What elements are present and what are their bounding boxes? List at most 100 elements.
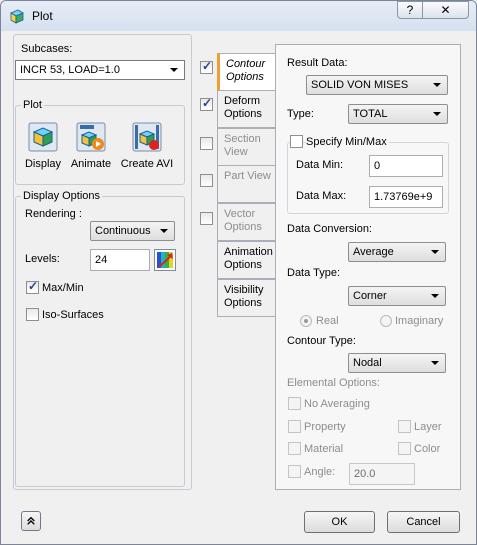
- data-max-input[interactable]: 1.73769e+9: [369, 186, 443, 208]
- tab-deform-options[interactable]: Deform Options: [217, 90, 275, 128]
- create-avi-button[interactable]: Create AVI: [117, 122, 177, 170]
- tab-part-view[interactable]: Part View: [217, 165, 275, 203]
- title-bar[interactable]: Plot ? ✕: [1, 1, 476, 31]
- imaginary-radio[interactable]: [380, 315, 392, 327]
- real-radio[interactable]: [300, 315, 312, 327]
- collapse-button[interactable]: [21, 511, 41, 531]
- levels-input[interactable]: 24: [90, 249, 150, 271]
- deform-options-checkbox[interactable]: [200, 96, 213, 111]
- data-conversion-select[interactable]: Average: [348, 242, 446, 262]
- chevron-down-icon: [170, 68, 178, 72]
- tab-contour-options[interactable]: Contour Options: [217, 53, 275, 91]
- ok-label: OK: [331, 516, 348, 528]
- plot-group-label: Plot: [21, 99, 44, 111]
- tab-section-view[interactable]: Section View: [217, 128, 275, 166]
- angle-checkbox[interactable]: [288, 465, 301, 478]
- tab-section-view-label: Section View: [224, 133, 261, 158]
- elemental-options-label: Elemental Options:: [287, 377, 380, 389]
- color-checkbox[interactable]: [398, 442, 411, 455]
- chevron-down-icon: [160, 229, 168, 233]
- help-button[interactable]: ?: [397, 1, 423, 19]
- tab-contour-options-label: Contour Options: [226, 58, 266, 83]
- angle-label: Angle:: [304, 466, 336, 478]
- property-checkbox[interactable]: [288, 420, 301, 433]
- tab-vector-options-label: Vector Options: [224, 208, 262, 233]
- specify-minmax-checkbox[interactable]: [290, 135, 303, 148]
- close-icon: ✕: [440, 3, 451, 17]
- part-view-checkbox[interactable]: [200, 174, 213, 187]
- contour-options-checkbox[interactable]: [200, 59, 213, 74]
- ok-button[interactable]: OK: [304, 511, 375, 533]
- rendering-select[interactable]: Continuous: [90, 221, 175, 241]
- animate-label: Animate: [70, 158, 112, 170]
- window-title: Plot: [32, 9, 53, 23]
- real-label: Real: [316, 315, 339, 327]
- display-icon: [28, 122, 58, 152]
- data-max-label: Data Max:: [296, 190, 347, 202]
- create-avi-label: Create AVI: [120, 158, 174, 170]
- result-data-select[interactable]: SOLID VON MISES: [306, 75, 448, 95]
- angle-input[interactable]: 20.0: [349, 463, 415, 485]
- display-options-label: Display Options: [21, 190, 103, 202]
- layer-checkbox[interactable]: [398, 420, 411, 433]
- tab-animation-options[interactable]: Animation Options: [217, 241, 275, 279]
- chevron-down-icon: [431, 250, 439, 254]
- data-conversion-label: Data Conversion:: [287, 223, 372, 235]
- contour-type-value: Nodal: [353, 357, 382, 369]
- section-view-checkbox[interactable]: [200, 137, 213, 150]
- maxmin-label: Max/Min: [42, 282, 84, 294]
- result-data-label: Result Data:: [287, 57, 348, 69]
- tab-visibility-options[interactable]: Visibility Options: [217, 279, 275, 317]
- cancel-label: Cancel: [406, 516, 441, 528]
- data-type-select[interactable]: Corner: [348, 286, 446, 306]
- create-avi-icon: [132, 122, 162, 152]
- data-type-label: Data Type:: [287, 267, 340, 279]
- rendering-label: Rendering :: [25, 208, 82, 220]
- display-button[interactable]: Display: [21, 122, 65, 170]
- levels-label: Levels:: [25, 253, 60, 265]
- chevron-down-icon: [431, 294, 439, 298]
- chevron-down-icon: [433, 83, 441, 87]
- tab-vector-options[interactable]: Vector Options: [217, 203, 275, 241]
- no-averaging-checkbox[interactable]: [288, 397, 301, 410]
- property-label: Property: [304, 421, 346, 433]
- type-value: TOTAL: [353, 108, 388, 120]
- subcases-label: Subcases:: [21, 43, 73, 55]
- specify-minmax-label: Specify Min/Max: [306, 136, 389, 148]
- imaginary-label: Imaginary: [395, 315, 444, 327]
- tab-deform-options-label: Deform Options: [224, 95, 262, 120]
- layer-label: Layer: [414, 421, 442, 433]
- no-averaging-label: No Averaging: [304, 398, 370, 410]
- tab-visibility-options-label: Visibility Options: [224, 284, 264, 309]
- chevron-down-icon: [431, 361, 439, 365]
- cancel-button[interactable]: Cancel: [387, 511, 460, 533]
- plot-dialog: Plot ? ✕ Subcases: INCR 53, LOAD=1.0 Plo…: [0, 0, 477, 545]
- data-min-input[interactable]: 0: [369, 155, 443, 177]
- contour-type-select[interactable]: Nodal: [348, 353, 446, 373]
- isosurfaces-checkbox[interactable]: [26, 308, 39, 321]
- type-select[interactable]: TOTAL: [348, 104, 448, 124]
- animate-icon: [76, 122, 106, 152]
- animate-button[interactable]: Animate: [69, 122, 113, 170]
- data-conversion-value: Average: [353, 246, 394, 258]
- display-label: Display: [24, 158, 62, 170]
- data-min-label: Data Min:: [296, 159, 344, 171]
- vector-options-checkbox[interactable]: [200, 212, 213, 225]
- rendering-value: Continuous: [95, 225, 151, 237]
- chevron-down-icon: [433, 112, 441, 116]
- plot-app-icon: [10, 9, 24, 24]
- result-data-value: SOLID VON MISES: [311, 79, 409, 91]
- subcases-select[interactable]: INCR 53, LOAD=1.0: [15, 60, 185, 80]
- isosurfaces-label: Iso-Surfaces: [42, 309, 104, 321]
- contour-type-label: Contour Type:: [287, 335, 356, 347]
- close-button[interactable]: ✕: [422, 1, 469, 19]
- type-label: Type:: [287, 108, 314, 120]
- tab-animation-options-label: Animation Options: [224, 246, 273, 271]
- data-type-value: Corner: [353, 290, 387, 302]
- tab-part-view-label: Part View: [224, 170, 271, 182]
- color-levels-icon[interactable]: [154, 249, 176, 271]
- material-checkbox[interactable]: [288, 442, 301, 455]
- color-label: Color: [414, 443, 441, 455]
- maxmin-checkbox[interactable]: [26, 279, 39, 294]
- double-chevron-up-icon: [27, 516, 35, 525]
